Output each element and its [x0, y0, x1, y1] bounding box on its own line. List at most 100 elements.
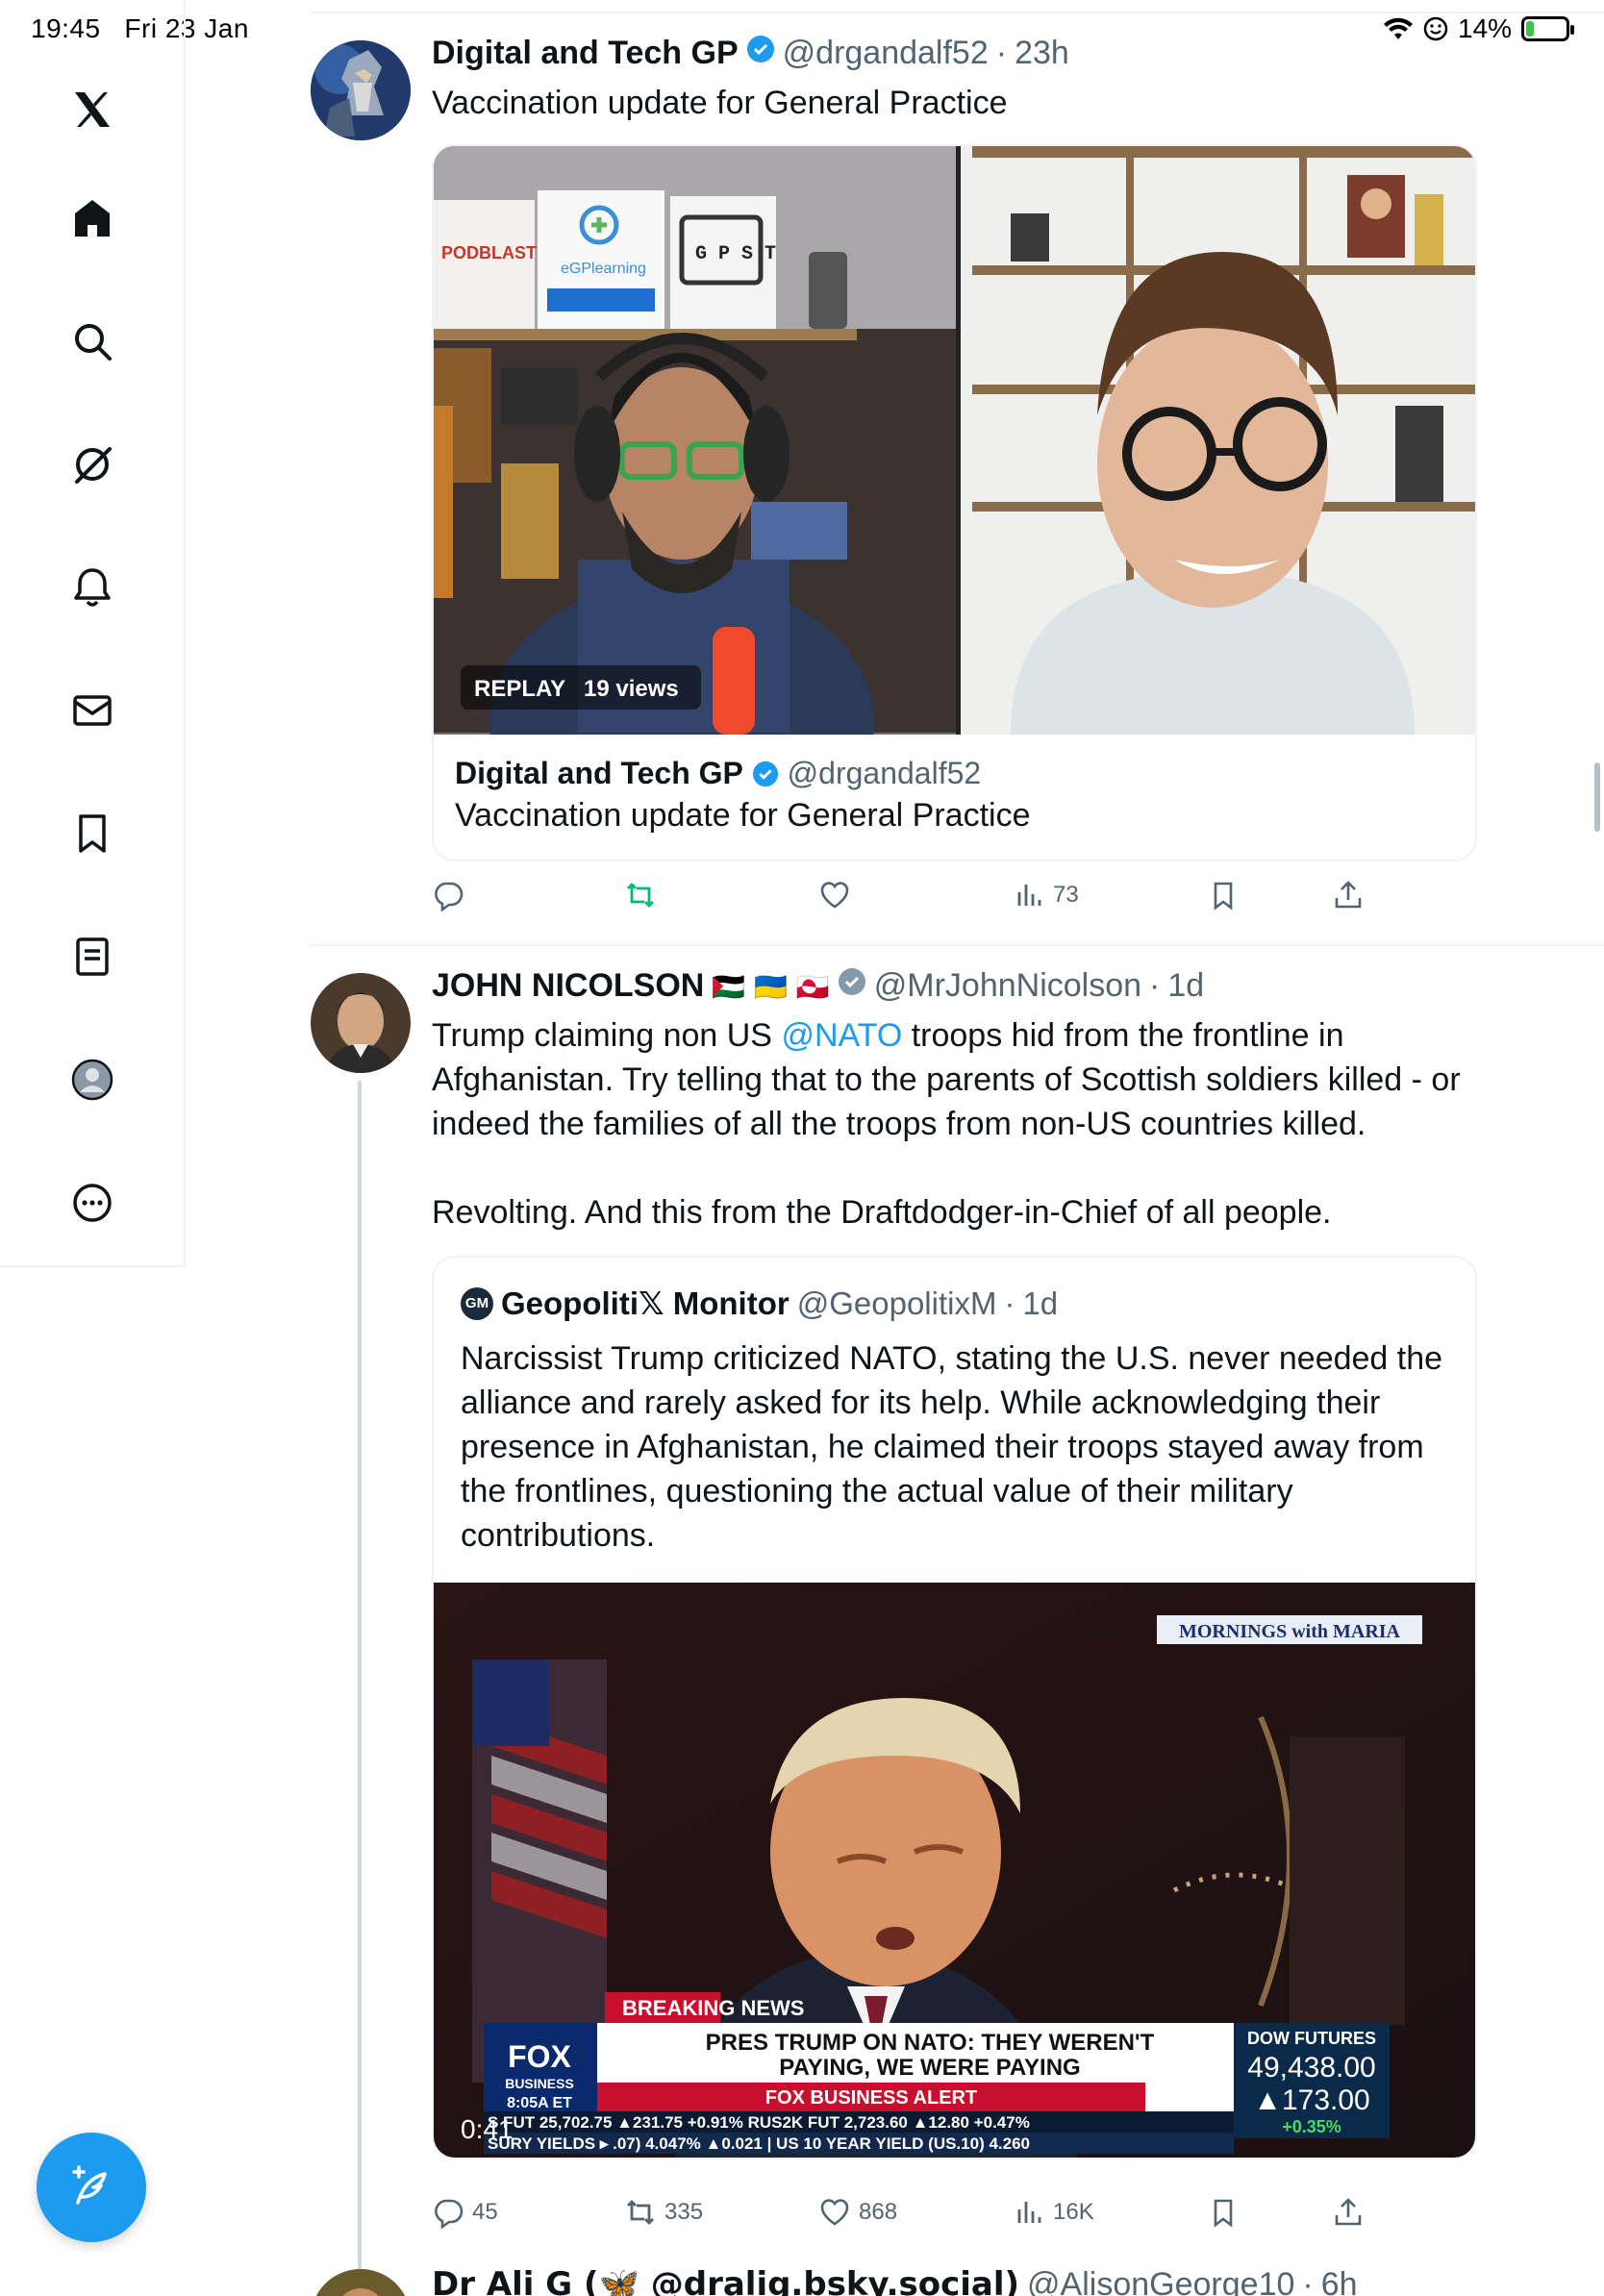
- broadcast-card-info: Digital and Tech GP @drgandalf52 Vaccina…: [434, 735, 1475, 835]
- tweet-header: JOHN NICOLSON 🇵🇸 🇺🇦 🇬🇱 @MrJohnNicolson ·…: [432, 967, 1204, 1005]
- quoted-tweet-text: Narcissist Trump criticized NATO, statin…: [461, 1340, 1443, 1554]
- sidebar-nav: [0, 0, 186, 1267]
- timeline: Digital and Tech GP @drgandalf52 · 23h V…: [186, 0, 1604, 2296]
- avatar[interactable]: [311, 973, 411, 1073]
- separator-dot: ·: [1004, 1285, 1015, 1321]
- compose-feather-icon: [72, 2165, 107, 2205]
- separator-dot: ·: [1302, 2266, 1314, 2296]
- lists-icon[interactable]: [63, 928, 121, 986]
- bookmark-icon: [1214, 2199, 1233, 2228]
- card-author-name: Digital and Tech GP: [455, 756, 743, 790]
- author-name[interactable]: JOHN NICOLSON: [432, 967, 704, 1005]
- heart-icon: [820, 882, 849, 909]
- replay-badge: REPLAY: [474, 676, 565, 702]
- tweet-text: Vaccination update for General Practice: [432, 85, 1008, 121]
- tweet-john-nicolson[interactable]: JOHN NICOLSON 🇵🇸 🇺🇦 🇬🇱 @MrJohnNicolson ·…: [311, 946, 1604, 2254]
- like-button[interactable]: [818, 879, 851, 911]
- share-icon: [1335, 2198, 1362, 2226]
- repost-button[interactable]: 335: [624, 2196, 703, 2229]
- quoted-tweet[interactable]: GM Geopoliti𝕏 Monitor @GeopolitixM · 1d …: [432, 1256, 1477, 2159]
- share-button[interactable]: [1332, 879, 1365, 911]
- quoted-author-name: Geopoliti𝕏 Monitor: [501, 1285, 789, 1321]
- tweet-digital-tech-gp[interactable]: Digital and Tech GP @drgandalf52 · 23h V…: [311, 0, 1604, 942]
- compose-post-button[interactable]: [37, 2133, 146, 2242]
- share-button[interactable]: [1332, 2196, 1365, 2229]
- broadcast-card[interactable]: PODBLAST eGPlearning G P S T REPLAY 19 v…: [432, 144, 1477, 861]
- bookmark-button[interactable]: [1207, 2196, 1240, 2229]
- like-button[interactable]: 868: [818, 2196, 897, 2229]
- dow-futures-pct: +0.35%: [1282, 2117, 1341, 2136]
- shelf-sign-gpst: G P S T: [695, 243, 776, 265]
- post-time[interactable]: 6h: [1321, 2266, 1358, 2296]
- search-icon[interactable]: [63, 312, 121, 370]
- fox-logo-sub: BUSINESS: [505, 2076, 574, 2091]
- show-logo: MORNINGS with MARIA: [1179, 1621, 1401, 1642]
- headline-line-1: PRES TRUMP ON NATO: THEY WEREN'T: [706, 2030, 1155, 2056]
- home-icon[interactable]: [63, 189, 121, 247]
- tweet-actions: 45 335 868 16K: [432, 2196, 1477, 2234]
- tweet-header: Digital and Tech GP @drgandalf52 · 23h: [432, 35, 1069, 72]
- separator-dot: ·: [995, 35, 1008, 71]
- reply-button[interactable]: 45: [432, 2196, 498, 2229]
- video-duration: 0:41: [461, 2114, 514, 2144]
- quoted-post-time: 1d: [1022, 1285, 1059, 1321]
- ticker-line-2: SURY YIELDS ▸ .07) 4.047% ▲0.021 | US 10…: [488, 2134, 1030, 2153]
- bookmark-button[interactable]: [1207, 879, 1240, 911]
- author-handle[interactable]: @AlisonGeorge10: [1027, 2266, 1294, 2296]
- avatar[interactable]: [311, 40, 411, 140]
- like-count: 868: [859, 2199, 898, 2225]
- messages-envelope-icon[interactable]: [63, 682, 121, 739]
- avatar[interactable]: [311, 2269, 411, 2296]
- views-count: 16K: [1053, 2199, 1094, 2225]
- quoted-author-avatar: GM: [461, 1286, 493, 1320]
- views-button[interactable]: 16K: [1013, 2196, 1094, 2229]
- card-author-handle: @drgandalf52: [787, 756, 982, 790]
- x-logo-icon[interactable]: [63, 81, 121, 138]
- reply-icon: [435, 2199, 464, 2229]
- dow-futures-label: DOW FUTURES: [1247, 2029, 1376, 2048]
- views-chart-icon: [1017, 885, 1041, 906]
- more-options-icon[interactable]: [63, 1174, 121, 1232]
- verified-badge-icon: [752, 761, 778, 787]
- card-title: Vaccination update for General Practice: [455, 797, 1031, 834]
- tweet-dr-ali-g[interactable]: Dr Ali G (🦋 @dralig.bsky.social) @Alison…: [311, 2254, 1604, 2296]
- shelf-sign-podblast: PODBLAST: [441, 243, 537, 262]
- repost-icon: [627, 883, 654, 908]
- broadcast-video-thumbnail[interactable]: PODBLAST eGPlearning G P S T REPLAY 19 v…: [434, 146, 1477, 735]
- shelf-sign-egplearning: eGPlearning: [561, 261, 646, 277]
- heart-icon: [820, 2199, 849, 2226]
- reply-button[interactable]: [432, 879, 464, 911]
- quoted-video[interactable]: MORNINGS with MARIA BREAKING NEWS FOX BU…: [434, 1583, 1477, 2159]
- tweet-header: Dr Ali G (🦋 @dralig.bsky.social) @Alison…: [432, 2265, 1358, 2296]
- separator-dot: ·: [1149, 967, 1161, 1004]
- author-handle[interactable]: @MrJohnNicolson: [874, 967, 1141, 1005]
- headline-line-2: PAYING, WE WERE PAYING: [779, 2055, 1080, 2081]
- post-time[interactable]: 23h: [1015, 35, 1069, 72]
- share-icon: [1335, 881, 1362, 909]
- fox-logo: FOX: [508, 2039, 571, 2074]
- author-name[interactable]: Dr Ali G (🦋 @dralig.bsky.social): [432, 2265, 1019, 2296]
- tweet-actions: 73: [432, 879, 1477, 917]
- repost-count: 335: [664, 2199, 704, 2225]
- fox-business-alert: FOX BUSINESS ALERT: [765, 2087, 977, 2109]
- views-button[interactable]: 73: [1013, 879, 1079, 911]
- profile-avatar-icon[interactable]: [63, 1051, 121, 1109]
- verified-badge-icon: [838, 968, 865, 995]
- quoted-tweet-header: GM Geopoliti𝕏 Monitor @GeopolitixM · 1d: [461, 1285, 1058, 1322]
- dow-futures-value: 49,438.00: [1247, 2052, 1375, 2084]
- bookmark-icon: [1214, 882, 1233, 911]
- mention-link[interactable]: @NATO: [781, 1017, 902, 1054]
- grok-icon[interactable]: [63, 436, 121, 493]
- tweet-text-part: Trump claiming non US: [432, 1017, 782, 1054]
- dow-futures-change: ▲173.00: [1253, 2084, 1369, 2116]
- view-count-badge: 19 views: [584, 676, 679, 702]
- post-time[interactable]: 1d: [1167, 967, 1204, 1005]
- author-handle[interactable]: @drgandalf52: [783, 35, 989, 72]
- repost-icon: [627, 2200, 654, 2225]
- author-name[interactable]: Digital and Tech GP: [432, 35, 739, 72]
- notifications-bell-icon[interactable]: [63, 559, 121, 616]
- tweet-text-paragraph: Revolting. And this from the Draftdodger…: [432, 1194, 1332, 1231]
- bookmarks-icon[interactable]: [63, 805, 121, 862]
- repost-button[interactable]: [624, 879, 657, 911]
- broadcast-clock: 8:05A ET: [507, 2095, 572, 2111]
